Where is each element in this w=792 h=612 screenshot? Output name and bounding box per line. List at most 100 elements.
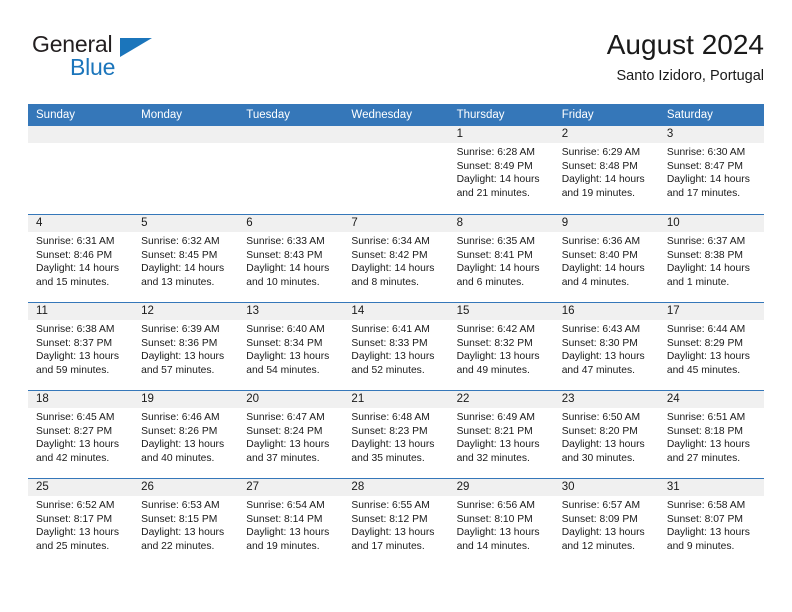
calendar-day-cell[interactable]: 22 Sunrise: 6:49 AM Sunset: 8:21 PM Dayligh… xyxy=(448,391,554,478)
sunrise-text: Sunrise: 6:45 AM xyxy=(36,412,115,423)
calendar-day-cell-empty xyxy=(343,126,449,214)
calendar-day-cell[interactable]: 1 Sunrise: 6:28 AM Sunset: 8:49 PM Daylight… xyxy=(448,126,554,214)
day-number: 1 xyxy=(448,126,554,143)
sunset-text: Sunset: 8:49 PM xyxy=(456,160,533,172)
sunset-text: Sunset: 8:32 PM xyxy=(456,337,533,349)
day-number: 29 xyxy=(448,479,554,496)
calendar-day-cell[interactable]: 9 Sunrise: 6:36 AM Sunset: 8:40 PM Daylight… xyxy=(553,215,659,302)
sunset-text: Sunset: 8:34 PM xyxy=(246,337,323,349)
sunrise-text: Sunrise: 6:36 AM xyxy=(561,236,641,247)
day-details: Sunrise: 6:40 AM Sunset: 8:34 PM Daylight:… xyxy=(238,320,343,377)
sunset-text: Sunset: 8:48 PM xyxy=(561,160,638,172)
daylight-text-line2: and 1 minute. xyxy=(666,276,730,288)
daylight-text-line2: and 17 minutes. xyxy=(351,540,425,552)
calendar-day-cell[interactable]: 3 Sunrise: 6:30 AM Sunset: 8:47 PM Daylight… xyxy=(658,126,764,214)
daylight-text-line1: Daylight: 14 hours xyxy=(561,174,645,186)
sunrise-text: Sunrise: 6:28 AM xyxy=(456,147,535,158)
calendar-day-cell[interactable]: 28 Sunrise: 6:55 AM Sunset: 8:12 PM Dayligh… xyxy=(343,479,449,566)
calendar-day-cell[interactable]: 17 Sunrise: 6:44 AM Sunset: 8:29 PM Dayligh… xyxy=(658,303,764,390)
generalblue-logo[interactable]: General Blue xyxy=(32,32,232,90)
daylight-text-line1: Daylight: 13 hours xyxy=(141,527,225,539)
day-details: Sunrise: 6:54 AM Sunset: 8:14 PM Daylight:… xyxy=(238,496,343,553)
sunrise-text: Sunrise: 6:57 AM xyxy=(561,500,641,511)
sunset-text: Sunset: 8:14 PM xyxy=(246,513,323,525)
daylight-text-line2: and 12 minutes. xyxy=(561,540,635,552)
calendar-day-cell[interactable]: 26 Sunrise: 6:53 AM Sunset: 8:15 PM Dayligh… xyxy=(133,479,239,566)
daylight-text-line2: and 14 minutes. xyxy=(456,540,530,552)
calendar-day-cell[interactable]: 25 Sunrise: 6:52 AM Sunset: 8:17 PM Dayligh… xyxy=(28,479,134,566)
calendar-day-cell[interactable]: 29 Sunrise: 6:56 AM Sunset: 8:10 PM Dayligh… xyxy=(448,479,554,566)
day-number: 24 xyxy=(658,391,764,408)
calendar-day-cell[interactable]: 12 Sunrise: 6:39 AM Sunset: 8:36 PM Dayligh… xyxy=(133,303,239,390)
calendar-day-cell[interactable]: 4 Sunrise: 6:31 AM Sunset: 8:46 PM Daylight… xyxy=(28,215,134,302)
sunset-text: Sunset: 8:37 PM xyxy=(36,337,113,349)
sunrise-text: Sunrise: 6:46 AM xyxy=(141,412,220,423)
calendar-day-cell[interactable]: 16 Sunrise: 6:43 AM Sunset: 8:30 PM Dayligh… xyxy=(553,303,659,390)
calendar-day-cell-empty xyxy=(28,126,134,214)
calendar-day-cell[interactable]: 7 Sunrise: 6:34 AM Sunset: 8:42 PM Daylight… xyxy=(343,215,449,302)
sunrise-text: Sunrise: 6:38 AM xyxy=(36,324,115,335)
daylight-text-line2: and 19 minutes. xyxy=(246,540,320,552)
daylight-text-line2: and 37 minutes. xyxy=(246,452,320,464)
day-details: Sunrise: 6:31 AM Sunset: 8:46 PM Daylight:… xyxy=(28,232,133,289)
sunrise-text: Sunrise: 6:39 AM xyxy=(141,324,220,335)
sunset-text: Sunset: 8:10 PM xyxy=(456,513,533,525)
day-details: Sunrise: 6:32 AM Sunset: 8:45 PM Daylight:… xyxy=(133,232,238,289)
daylight-text-line2: and 30 minutes. xyxy=(561,452,635,464)
day-details: Sunrise: 6:53 AM Sunset: 8:15 PM Daylight:… xyxy=(133,496,238,553)
daylight-text-line2: and 19 minutes. xyxy=(561,187,635,199)
sunrise-text: Sunrise: 6:42 AM xyxy=(456,324,535,335)
daylight-text-line2: and 54 minutes. xyxy=(246,364,320,376)
day-details: Sunrise: 6:35 AM Sunset: 8:41 PM Daylight:… xyxy=(449,232,554,289)
daylight-text-line2: and 8 minutes. xyxy=(351,276,419,288)
sunset-text: Sunset: 8:18 PM xyxy=(666,425,743,437)
calendar-day-cell[interactable]: 31 Sunrise: 6:58 AM Sunset: 8:07 PM Dayligh… xyxy=(658,479,764,566)
calendar-day-cell[interactable]: 10 Sunrise: 6:37 AM Sunset: 8:38 PM Dayligh… xyxy=(658,215,764,302)
calendar-day-cell[interactable]: 15 Sunrise: 6:42 AM Sunset: 8:32 PM Dayligh… xyxy=(448,303,554,390)
sunset-text: Sunset: 8:20 PM xyxy=(561,425,638,437)
day-number: 22 xyxy=(448,391,554,408)
calendar-day-cell[interactable]: 5 Sunrise: 6:32 AM Sunset: 8:45 PM Daylight… xyxy=(133,215,239,302)
sunrise-text: Sunrise: 6:53 AM xyxy=(141,500,220,511)
calendar-day-cell[interactable]: 20 Sunrise: 6:47 AM Sunset: 8:24 PM Dayligh… xyxy=(238,391,344,478)
daylight-text-line1: Daylight: 13 hours xyxy=(246,439,330,451)
calendar-day-cell[interactable]: 6 Sunrise: 6:33 AM Sunset: 8:43 PM Daylight… xyxy=(238,215,344,302)
daylight-text-line1: Daylight: 14 hours xyxy=(351,263,435,275)
day-details: Sunrise: 6:55 AM Sunset: 8:12 PM Daylight:… xyxy=(343,496,448,553)
calendar-day-cell[interactable]: 18 Sunrise: 6:45 AM Sunset: 8:27 PM Dayligh… xyxy=(28,391,134,478)
weekday-header-row: Sunday Monday Tuesday Wednesday Thursday Frid… xyxy=(28,104,764,126)
daylight-text-line1: Daylight: 13 hours xyxy=(666,439,750,451)
sunset-text: Sunset: 8:38 PM xyxy=(666,249,743,261)
logo-word-blue: Blue xyxy=(70,54,116,80)
day-number: 28 xyxy=(343,479,449,496)
weekday-header-wednesday: Wednesday xyxy=(351,109,412,121)
sunrise-text: Sunrise: 6:58 AM xyxy=(666,500,746,511)
calendar-day-cell[interactable]: 14 Sunrise: 6:41 AM Sunset: 8:33 PM Dayligh… xyxy=(343,303,449,390)
calendar-day-cell[interactable]: 30 Sunrise: 6:57 AM Sunset: 8:09 PM Dayligh… xyxy=(553,479,659,566)
calendar-day-cell[interactable]: 24 Sunrise: 6:51 AM Sunset: 8:18 PM Dayligh… xyxy=(658,391,764,478)
calendar-day-cell[interactable]: 21 Sunrise: 6:48 AM Sunset: 8:23 PM Dayligh… xyxy=(343,391,449,478)
calendar-page: General Blue August 2024 Santo Izidoro, … xyxy=(0,0,792,612)
calendar-week-row: 18 Sunrise: 6:45 AM Sunset: 8:27 PM Dayligh… xyxy=(28,390,764,478)
daylight-text-line1: Daylight: 14 hours xyxy=(141,263,225,275)
daylight-text-line2: and 21 minutes. xyxy=(456,187,530,199)
day-number: 18 xyxy=(28,391,134,408)
calendar-week-row: 4 Sunrise: 6:31 AM Sunset: 8:46 PM Daylight… xyxy=(28,214,764,302)
day-number: 14 xyxy=(343,303,449,320)
sunset-text: Sunset: 8:23 PM xyxy=(351,425,428,437)
daylight-text-line1: Daylight: 13 hours xyxy=(36,439,119,451)
day-number: 25 xyxy=(28,479,134,496)
calendar-day-cell[interactable]: 13 Sunrise: 6:40 AM Sunset: 8:34 PM Dayligh… xyxy=(238,303,344,390)
calendar-day-cell[interactable]: 23 Sunrise: 6:50 AM Sunset: 8:20 PM Dayligh… xyxy=(553,391,659,478)
calendar-day-cell[interactable]: 2 Sunrise: 6:29 AM Sunset: 8:48 PM Daylight… xyxy=(553,126,659,214)
calendar-day-cell-empty xyxy=(238,126,344,214)
calendar-day-cell[interactable]: 19 Sunrise: 6:46 AM Sunset: 8:26 PM Dayligh… xyxy=(133,391,239,478)
day-details: Sunrise: 6:42 AM Sunset: 8:32 PM Daylight:… xyxy=(449,320,554,377)
daylight-text-line2: and 52 minutes. xyxy=(351,364,425,376)
day-number: 9 xyxy=(553,215,659,232)
day-number: 12 xyxy=(133,303,239,320)
calendar-day-cell[interactable]: 8 Sunrise: 6:35 AM Sunset: 8:41 PM Daylight… xyxy=(448,215,554,302)
day-details: Sunrise: 6:56 AM Sunset: 8:10 PM Daylight:… xyxy=(449,496,554,553)
calendar-day-cell[interactable]: 27 Sunrise: 6:54 AM Sunset: 8:14 PM Dayligh… xyxy=(238,479,344,566)
calendar-day-cell[interactable]: 11 Sunrise: 6:38 AM Sunset: 8:37 PM Dayligh… xyxy=(28,303,134,390)
